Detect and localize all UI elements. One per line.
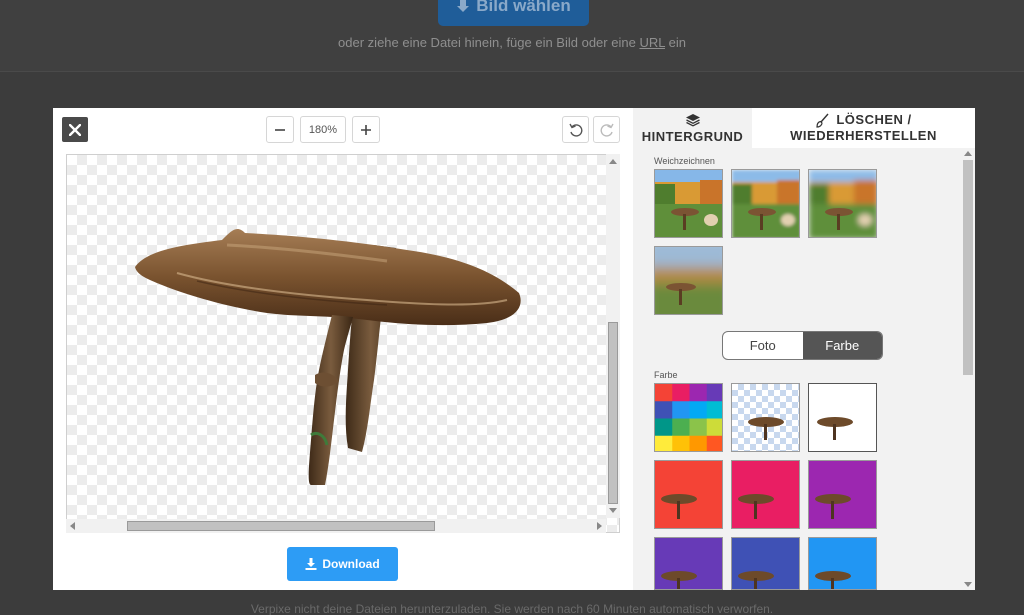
- image-canvas[interactable]: [66, 154, 620, 533]
- scroll-up-icon[interactable]: [609, 159, 617, 164]
- color-swatch-pink[interactable]: [731, 460, 800, 529]
- background-type-toggle: Foto Farbe: [722, 331, 883, 360]
- zoom-out-button[interactable]: [266, 116, 294, 143]
- color-swatch-deep-purple[interactable]: [654, 537, 723, 590]
- tab-erase-label-1: LÖSCHEN /: [836, 112, 912, 127]
- color-swatch-blue[interactable]: [808, 537, 877, 590]
- close-button[interactable]: [62, 117, 88, 142]
- toggle-photo[interactable]: Foto: [723, 332, 803, 359]
- hint-suffix: ein: [668, 35, 686, 50]
- download-label: Download: [322, 557, 380, 571]
- download-button[interactable]: Download: [287, 547, 398, 581]
- scroll-thumb[interactable]: [608, 322, 618, 504]
- undo-icon: [568, 123, 582, 137]
- hint-prefix: oder ziehe eine Datei hinein, füge ein B…: [338, 35, 636, 50]
- zoom-level: 180%: [300, 116, 346, 143]
- undo-button[interactable]: [562, 116, 589, 143]
- color-swatch-transparent[interactable]: [731, 383, 800, 452]
- scroll-thumb[interactable]: [963, 160, 973, 375]
- blur-thumbnail-light[interactable]: [731, 169, 800, 238]
- minus-icon: [275, 128, 285, 131]
- custom-color-palette[interactable]: [654, 383, 723, 452]
- download-icon: [305, 558, 317, 570]
- plus-icon: [361, 124, 371, 135]
- upload-hint: oder ziehe eine Datei hinein, füge ein B…: [0, 35, 1024, 50]
- blur-thumbnail-none[interactable]: [654, 169, 723, 238]
- blur-section-label: Weichzeichnen: [654, 156, 715, 166]
- scroll-down-icon[interactable]: [609, 508, 617, 513]
- canvas-vertical-scrollbar[interactable]: [606, 154, 620, 518]
- color-section-label: Farbe: [654, 370, 678, 380]
- upload-icon: [456, 0, 470, 13]
- blur-thumbnail-medium[interactable]: [808, 169, 877, 238]
- url-link[interactable]: URL: [639, 35, 665, 50]
- tab-erase-restore[interactable]: LÖSCHEN / WIEDERHERSTELLEN: [752, 108, 975, 148]
- scroll-right-icon[interactable]: [597, 522, 602, 530]
- scroll-left-icon[interactable]: [70, 522, 75, 530]
- tab-background[interactable]: HINTERGRUND: [633, 108, 752, 148]
- scroll-down-icon[interactable]: [964, 582, 972, 587]
- color-swatch-purple[interactable]: [808, 460, 877, 529]
- color-swatch-red[interactable]: [654, 460, 723, 529]
- redo-button[interactable]: [593, 116, 620, 143]
- blur-thumbnail-strong[interactable]: [654, 246, 723, 315]
- scroll-up-icon[interactable]: [964, 151, 972, 156]
- brush-icon: [816, 113, 829, 128]
- tab-background-label: HINTERGRUND: [641, 128, 744, 144]
- toggle-color[interactable]: Farbe: [802, 332, 882, 359]
- footer-note: Verpixe nicht deine Dateien herunterzula…: [250, 602, 774, 615]
- editor-modal: 180% Download HINTERGRUND LÖSCHEN / WIED…: [53, 108, 975, 590]
- right-panel: HINTERGRUND LÖSCHEN / WIEDERHERSTELLEN W…: [633, 108, 975, 590]
- canvas-horizontal-scrollbar[interactable]: [66, 519, 606, 533]
- layers-icon: [685, 113, 700, 127]
- choose-image-label: Bild wählen: [476, 0, 571, 15]
- mushroom-image: [135, 229, 521, 485]
- scroll-thumb[interactable]: [127, 521, 435, 531]
- color-swatch-indigo[interactable]: [731, 537, 800, 590]
- redo-icon: [600, 123, 614, 137]
- zoom-in-button[interactable]: [352, 116, 380, 143]
- color-swatch-white[interactable]: [808, 383, 877, 452]
- close-icon: [69, 123, 81, 136]
- choose-image-button[interactable]: Bild wählen: [438, 0, 589, 26]
- tab-erase-label-2: WIEDERHERSTELLEN: [790, 128, 937, 143]
- panel-scrollbar[interactable]: [961, 148, 975, 590]
